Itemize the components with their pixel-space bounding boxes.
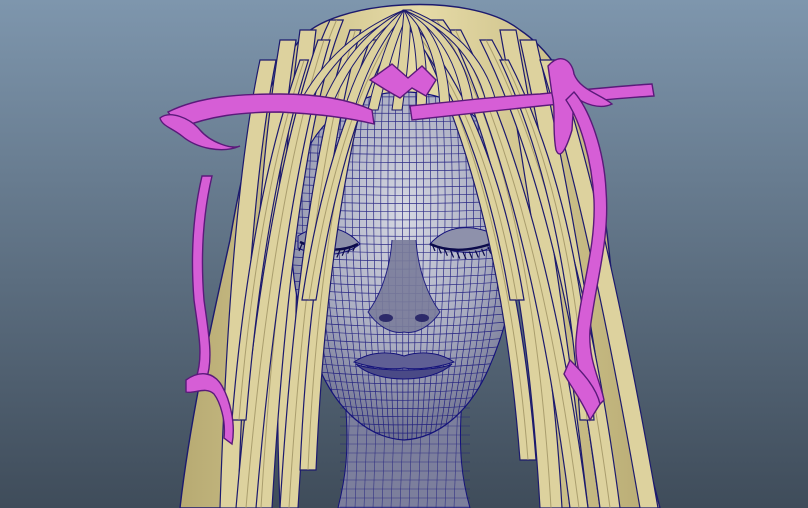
viewport-canvas[interactable] — [0, 0, 808, 508]
3d-viewport[interactable] — [0, 0, 808, 508]
